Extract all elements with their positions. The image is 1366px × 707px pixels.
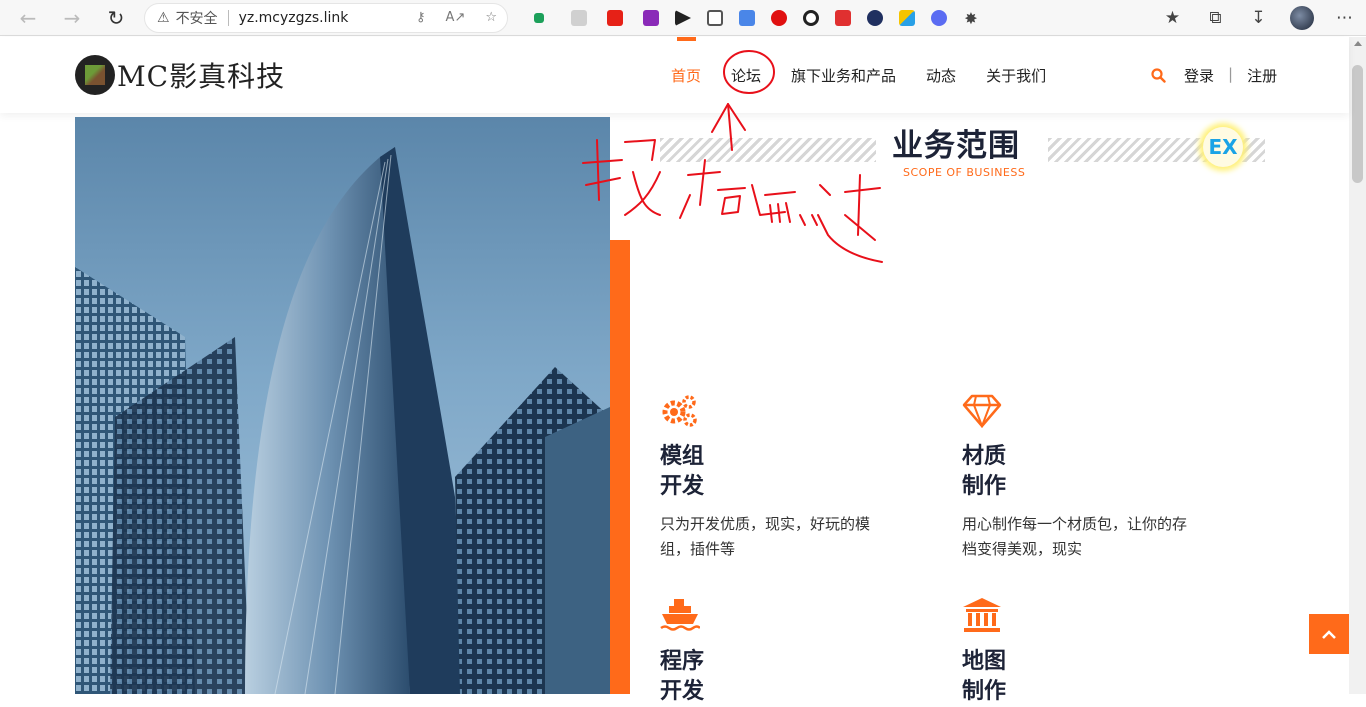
orange-accent-strip xyxy=(610,240,630,694)
url-text: yz.mcyzgzs.link xyxy=(238,10,349,26)
service-title-line1: 程序 xyxy=(660,649,705,674)
building-photo xyxy=(75,117,610,694)
chevron-up-icon xyxy=(1322,630,1336,639)
service-card-mod[interactable]: 模组 开发 只为开发优质，现实，好玩的模 组，插件等 xyxy=(660,394,920,562)
menu-item-news[interactable]: 动态 xyxy=(926,65,956,86)
extension-youtube-icon[interactable] xyxy=(599,6,631,30)
extension-translate-icon[interactable] xyxy=(731,6,763,30)
service-title-line1: 模组 xyxy=(660,444,705,469)
extension-copy-icon[interactable] xyxy=(699,6,731,30)
service-desc-line2: 组，插件等 xyxy=(660,540,736,558)
page-scrollbar[interactable] xyxy=(1349,37,1366,694)
more-menu-icon[interactable]: ⋯ xyxy=(1323,2,1366,34)
menu-item-products[interactable]: 旗下业务和产品 xyxy=(791,65,896,86)
auth-separator: | xyxy=(1228,65,1234,83)
profile-avatar[interactable] xyxy=(1280,2,1323,34)
menu-item-home[interactable]: 首页 xyxy=(671,65,701,86)
extensions-row: ✸ xyxy=(523,6,987,30)
read-aloud-icon[interactable]: A↗ xyxy=(446,10,466,25)
service-desc-line2: 档变得美观，现实 xyxy=(962,540,1083,558)
insecure-label: 不安全 xyxy=(175,11,218,27)
logo-text: MC影真科技 xyxy=(117,60,286,93)
back-to-top-button[interactable] xyxy=(1309,614,1349,654)
extension-blue-circle-icon[interactable] xyxy=(923,6,955,30)
register-link[interactable]: 注册 xyxy=(1247,65,1277,86)
refresh-icon[interactable]: ↻ xyxy=(99,1,133,35)
add-favorite-icon[interactable]: ☆ xyxy=(485,10,497,25)
service-title-line2: 开发 xyxy=(660,679,705,704)
service-title-line1: 材质 xyxy=(962,444,1007,469)
service-title-line1: 地图 xyxy=(962,649,1007,674)
site-header: MC影真科技 首页 论坛 旗下业务和产品 动态 关于我们 xyxy=(0,37,1349,113)
search-icon[interactable] xyxy=(1151,68,1166,83)
service-desc-line1: 用心制作每一个材质包，让你的存 xyxy=(962,515,1188,533)
extension-tm-icon[interactable] xyxy=(859,6,891,30)
warning-icon: ⚠ xyxy=(157,10,170,26)
extension-green-icon[interactable] xyxy=(523,6,555,30)
active-menu-marker xyxy=(677,37,696,41)
ex-badge-icon[interactable]: EX xyxy=(1203,127,1243,167)
ship-icon xyxy=(660,599,700,631)
extension-chain-icon[interactable] xyxy=(795,6,827,30)
back-arrow-icon[interactable]: ← xyxy=(11,1,45,35)
login-link[interactable]: 登录 xyxy=(1184,65,1214,86)
bank-icon xyxy=(963,598,1001,632)
service-title-line2: 制作 xyxy=(962,474,1007,499)
address-divider xyxy=(227,10,229,26)
site-logo[interactable]: MC影真科技 xyxy=(75,55,285,95)
extension-red-box-icon[interactable] xyxy=(827,6,859,30)
title-hatch-left xyxy=(660,138,876,162)
section-title: 业务范围 xyxy=(892,128,1020,164)
main-menu: 首页 论坛 旗下业务和产品 动态 关于我们 xyxy=(671,65,1076,86)
diamond-icon xyxy=(962,394,1002,428)
auth-links: 登录 | 注册 xyxy=(1184,65,1277,86)
extension-adblock-icon[interactable] xyxy=(763,6,795,30)
browser-toolbar: ← → ↻ ⚠ 不安全 yz.mcyzgzs.link ⚷ A↗ ☆ ✸ ★ ⧉… xyxy=(0,0,1366,36)
service-title-line2: 开发 xyxy=(660,474,705,499)
scroll-thumb[interactable] xyxy=(1352,65,1363,183)
key-icon[interactable]: ⚷ xyxy=(416,10,426,25)
collections-icon[interactable]: ⧉ xyxy=(1194,2,1237,34)
service-desc-line1: 只为开发优质，现实，好玩的模 xyxy=(660,515,871,533)
gears-icon xyxy=(662,395,697,427)
favorites-icon[interactable]: ★ xyxy=(1151,2,1194,34)
service-card-map[interactable]: 地图 制作 xyxy=(962,597,1222,707)
address-bar[interactable]: ⚠ 不安全 yz.mcyzgzs.link ⚷ A↗ ☆ xyxy=(144,3,508,33)
service-title-line2: 制作 xyxy=(962,679,1007,704)
menu-item-about[interactable]: 关于我们 xyxy=(986,65,1046,86)
menu-item-forum[interactable]: 论坛 xyxy=(731,65,761,86)
download-icon[interactable]: ↧ xyxy=(1237,2,1280,34)
extension-screen-icon[interactable] xyxy=(563,6,595,30)
scroll-up-icon[interactable] xyxy=(1354,41,1362,46)
service-card-program[interactable]: 程序 开发 xyxy=(660,597,920,707)
extensions-puzzle-icon[interactable]: ✸ xyxy=(955,6,987,30)
logo-mark-icon xyxy=(75,55,115,95)
extension-rp-icon[interactable] xyxy=(635,6,667,30)
extension-dict-icon[interactable] xyxy=(891,6,923,30)
extension-play-icon[interactable] xyxy=(667,6,699,30)
section-subtitle: SCOPE OF BUSINESS xyxy=(903,166,1026,179)
service-card-texture[interactable]: 材质 制作 用心制作每一个材质包，让你的存 档变得美观，现实 xyxy=(962,394,1222,562)
forward-arrow-icon[interactable]: → xyxy=(55,1,89,35)
